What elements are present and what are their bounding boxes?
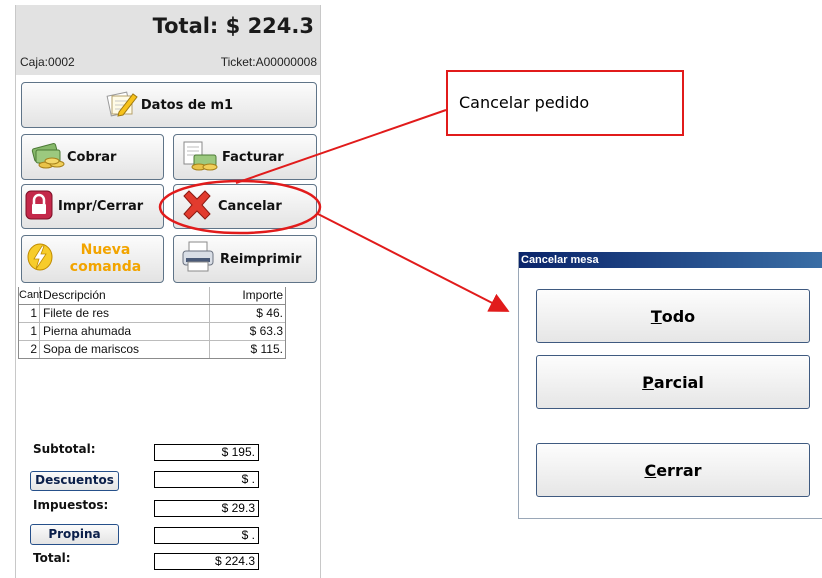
parcial-label-rest: arcial bbox=[653, 372, 704, 392]
descuentos-value: $ . bbox=[154, 471, 259, 488]
cancelar-button[interactable]: Cancelar bbox=[173, 184, 317, 229]
todo-label-rest: odo bbox=[661, 306, 696, 326]
cobrar-button[interactable]: Cobrar bbox=[21, 134, 164, 180]
reimprimir-label: Reimprimir bbox=[220, 251, 302, 267]
ticket-number: Ticket:A00000008 bbox=[220, 55, 317, 69]
nueva-comanda-line2: comanda bbox=[69, 259, 142, 275]
cerrar-mnemonic: C bbox=[644, 460, 657, 480]
column-header-importe: Importe bbox=[242, 288, 283, 302]
parcial-button[interactable]: Parcial bbox=[536, 355, 810, 409]
red-x-icon bbox=[180, 188, 214, 226]
money-coins-icon bbox=[30, 140, 66, 174]
pos-header: Total: $ 224.3 Caja:0002 Ticket:A0000000… bbox=[16, 5, 320, 75]
invoice-coins-icon bbox=[180, 139, 220, 175]
annotation-callout: Cancelar pedido bbox=[446, 70, 684, 136]
cerrar-button[interactable]: Cerrar bbox=[536, 443, 810, 497]
table-row[interactable]: 1 Pierna ahumada $ 63.3 bbox=[19, 323, 285, 341]
printer-icon bbox=[180, 240, 216, 278]
table-row[interactable]: 1 Filete de res $ 46. bbox=[19, 305, 285, 323]
propina-value: $ . bbox=[154, 527, 259, 544]
cell-descripcion: Pierna ahumada bbox=[40, 323, 210, 340]
descuentos-button[interactable]: Descuentos bbox=[30, 471, 119, 491]
reimprimir-button[interactable]: Reimprimir bbox=[173, 235, 317, 283]
total-value: $ 224.3 bbox=[154, 553, 259, 570]
todo-mnemonic: T bbox=[650, 306, 662, 326]
table-row[interactable]: 2 Sopa de mariscos $ 115. bbox=[19, 341, 285, 358]
column-header-cant: Cant bbox=[19, 287, 42, 304]
total-label: Total: bbox=[33, 551, 71, 565]
order-items-table: Cant Descripción Importe 1 Filete de res… bbox=[18, 287, 286, 359]
datos-mesa-label: Datos de m1 bbox=[140, 97, 234, 113]
cell-cant: 1 bbox=[19, 323, 40, 340]
lightning-icon bbox=[26, 242, 54, 276]
subtotal-value: $ 195. bbox=[154, 444, 259, 461]
nueva-comanda-line1: Nueva bbox=[80, 242, 131, 258]
pos-panel: Total: $ 224.3 Caja:0002 Ticket:A0000000… bbox=[15, 5, 321, 578]
todo-button[interactable]: Todo bbox=[536, 289, 810, 343]
dialog-pointer-arrow bbox=[317, 213, 510, 312]
nueva-comanda-button[interactable]: Nueva comanda bbox=[21, 235, 164, 283]
impr-cerrar-button[interactable]: Impr/Cerrar bbox=[21, 184, 164, 229]
column-header-descripcion: Descripción bbox=[40, 287, 210, 304]
propina-button[interactable]: Propina bbox=[30, 524, 119, 545]
lock-icon bbox=[25, 189, 53, 225]
nueva-comanda-label: Nueva comanda bbox=[54, 242, 163, 276]
dialog-title-bar: Cancelar mesa bbox=[519, 252, 822, 268]
cell-cant: 1 bbox=[19, 305, 40, 322]
cell-descripcion: Filete de res bbox=[40, 305, 210, 322]
impuestos-value: $ 29.3 bbox=[154, 500, 259, 517]
parcial-mnemonic: P bbox=[642, 372, 654, 392]
impuestos-label: Impuestos: bbox=[33, 498, 109, 512]
datos-mesa-button[interactable]: Datos de m1 bbox=[21, 82, 317, 128]
cobrar-label: Cobrar bbox=[67, 149, 117, 165]
cell-importe: $ 115. bbox=[250, 342, 283, 356]
cancelar-mesa-dialog: Cancelar mesa Todo Parcial Cerrar bbox=[518, 252, 822, 519]
caja-number: Caja:0002 bbox=[20, 55, 75, 69]
annotation-callout-text: Cancelar pedido bbox=[459, 93, 590, 112]
cerrar-label-rest: errar bbox=[656, 460, 702, 480]
subtotal-label: Subtotal: bbox=[33, 442, 96, 456]
cell-importe: $ 46. bbox=[256, 306, 283, 320]
cancelar-label: Cancelar bbox=[218, 199, 282, 214]
facturar-label: Facturar bbox=[222, 149, 284, 165]
table-header-row: Cant Descripción Importe bbox=[19, 287, 285, 305]
header-total: Total: $ 224.3 bbox=[152, 14, 314, 38]
cell-importe: $ 63.3 bbox=[249, 324, 283, 338]
cell-cant: 2 bbox=[19, 341, 40, 358]
facturar-button[interactable]: Facturar bbox=[173, 134, 317, 180]
impr-cerrar-label: Impr/Cerrar bbox=[58, 199, 144, 214]
cell-descripcion: Sopa de mariscos bbox=[40, 341, 210, 358]
document-pencil-icon bbox=[105, 88, 139, 122]
